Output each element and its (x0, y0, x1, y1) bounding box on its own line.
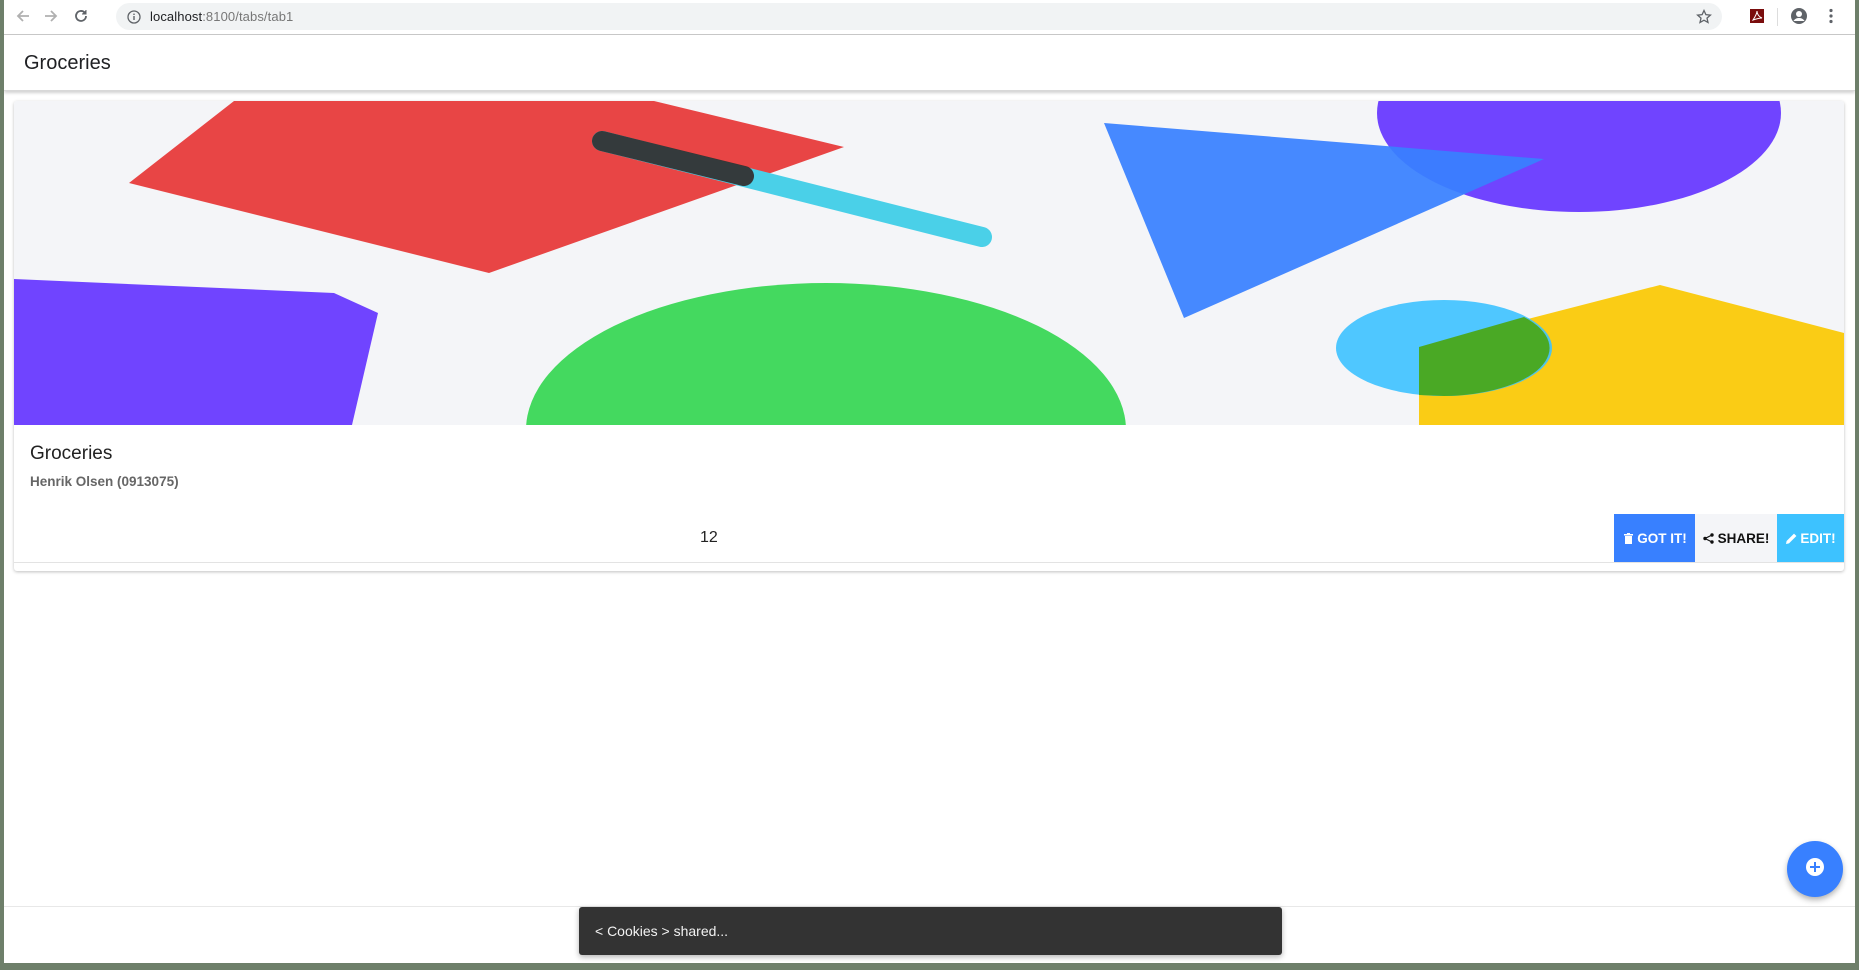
back-arrow-icon[interactable] (12, 5, 34, 27)
info-icon[interactable] (126, 9, 142, 25)
share-icon (1703, 532, 1715, 544)
page-title: Groceries (24, 52, 111, 74)
app-header: Groceries (4, 35, 1855, 91)
card-title: Groceries (30, 443, 113, 464)
add-circle-icon (1805, 857, 1825, 882)
star-icon[interactable] (1694, 7, 1714, 27)
share-label: SHARE! (1717, 530, 1770, 546)
green-ellipse (526, 283, 1126, 571)
reload-icon[interactable] (70, 5, 92, 27)
edit-button[interactable]: EDIT! (1777, 514, 1844, 562)
toolbar-divider (1777, 8, 1778, 26)
pencil-icon (1785, 532, 1797, 544)
pdf-extension-icon[interactable] (1747, 6, 1767, 26)
card-image (14, 101, 1844, 571)
got-it-button[interactable]: GOT IT! (1614, 514, 1695, 562)
add-fab-button[interactable] (1787, 841, 1843, 897)
trash-icon (1622, 532, 1634, 544)
toast-notification: < Cookies > shared... (579, 907, 1282, 955)
purple-shape (14, 279, 378, 425)
browser-toolbar: localhost:8100/tabs/tab1 (4, 0, 1855, 35)
kebab-menu-icon[interactable] (1821, 6, 1841, 26)
abstract-shapes-illustration (14, 101, 1844, 571)
address-bar[interactable]: localhost:8100/tabs/tab1 (116, 3, 1722, 30)
card-divider (14, 562, 1844, 563)
red-shape (129, 101, 844, 273)
got-it-label: GOT IT! (1637, 530, 1687, 546)
url-text: localhost:8100/tabs/tab1 (150, 9, 294, 24)
browser-window: localhost:8100/tabs/tab1 Groceries Groce… (4, 0, 1855, 963)
forward-arrow-icon[interactable] (40, 5, 62, 27)
grocery-card: Groceries Henrik Olsen (0913075) 12 GOT … (14, 101, 1844, 571)
card-subtitle: Henrik Olsen (0913075) (30, 474, 179, 489)
share-button[interactable]: SHARE! (1695, 514, 1777, 562)
toast-message: < Cookies > shared... (595, 923, 729, 939)
item-count: 12 (700, 529, 718, 546)
profile-icon[interactable] (1789, 6, 1809, 26)
edit-label: EDIT! (1800, 530, 1836, 546)
